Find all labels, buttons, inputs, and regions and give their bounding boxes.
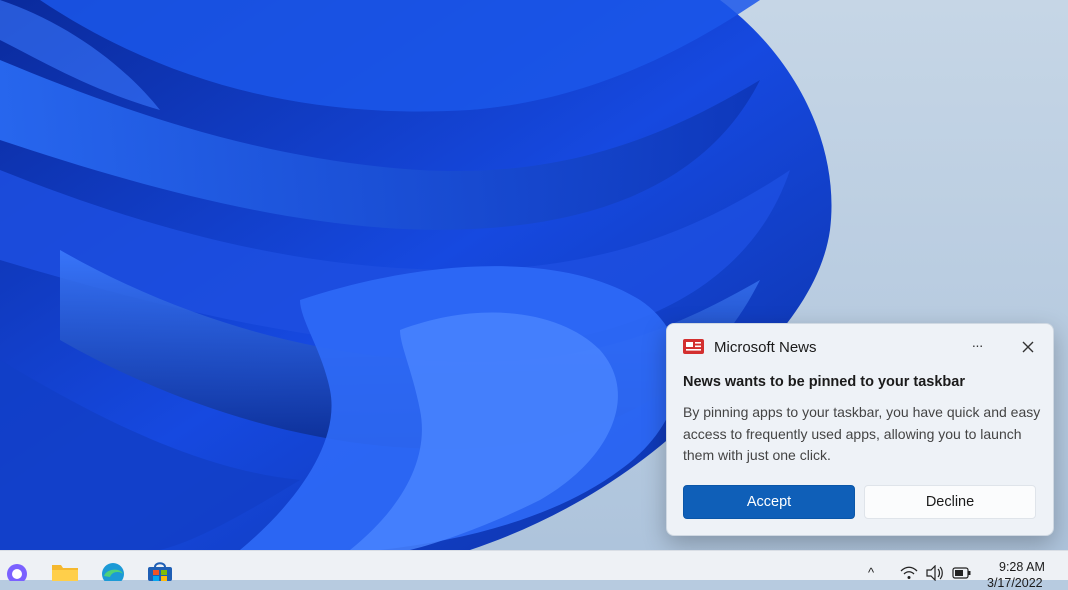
battery-icon[interactable]	[952, 565, 972, 581]
decline-button[interactable]: Decline	[864, 485, 1036, 519]
clock-time[interactable]: 9:28 AM	[999, 560, 1045, 574]
clock-date[interactable]: 3/17/2022	[987, 576, 1043, 590]
wifi-icon[interactable]	[900, 565, 918, 581]
accept-button[interactable]: Accept	[683, 485, 855, 519]
news-icon	[683, 339, 704, 354]
notification-title: News wants to be pinned to your taskbar	[683, 374, 965, 390]
teams-chat-icon[interactable]	[4, 561, 30, 581]
notification-app-name: Microsoft News	[714, 339, 817, 356]
pin-to-taskbar-notification: Microsoft News ··· News wants to be pinn…	[666, 323, 1054, 536]
taskbar: ^ 9:28 AM 3/17/2022	[0, 550, 1068, 590]
file-explorer-icon[interactable]	[52, 561, 78, 581]
microsoft-store-icon[interactable]	[147, 561, 173, 581]
edge-browser-icon[interactable]	[100, 561, 126, 581]
more-options-button[interactable]: ···	[968, 337, 986, 353]
volume-icon[interactable]	[926, 565, 944, 581]
close-icon[interactable]	[1018, 337, 1038, 357]
notification-body: By pinning apps to your taskbar, you hav…	[683, 404, 1041, 463]
show-hidden-icons-chevron[interactable]: ^	[868, 565, 874, 581]
